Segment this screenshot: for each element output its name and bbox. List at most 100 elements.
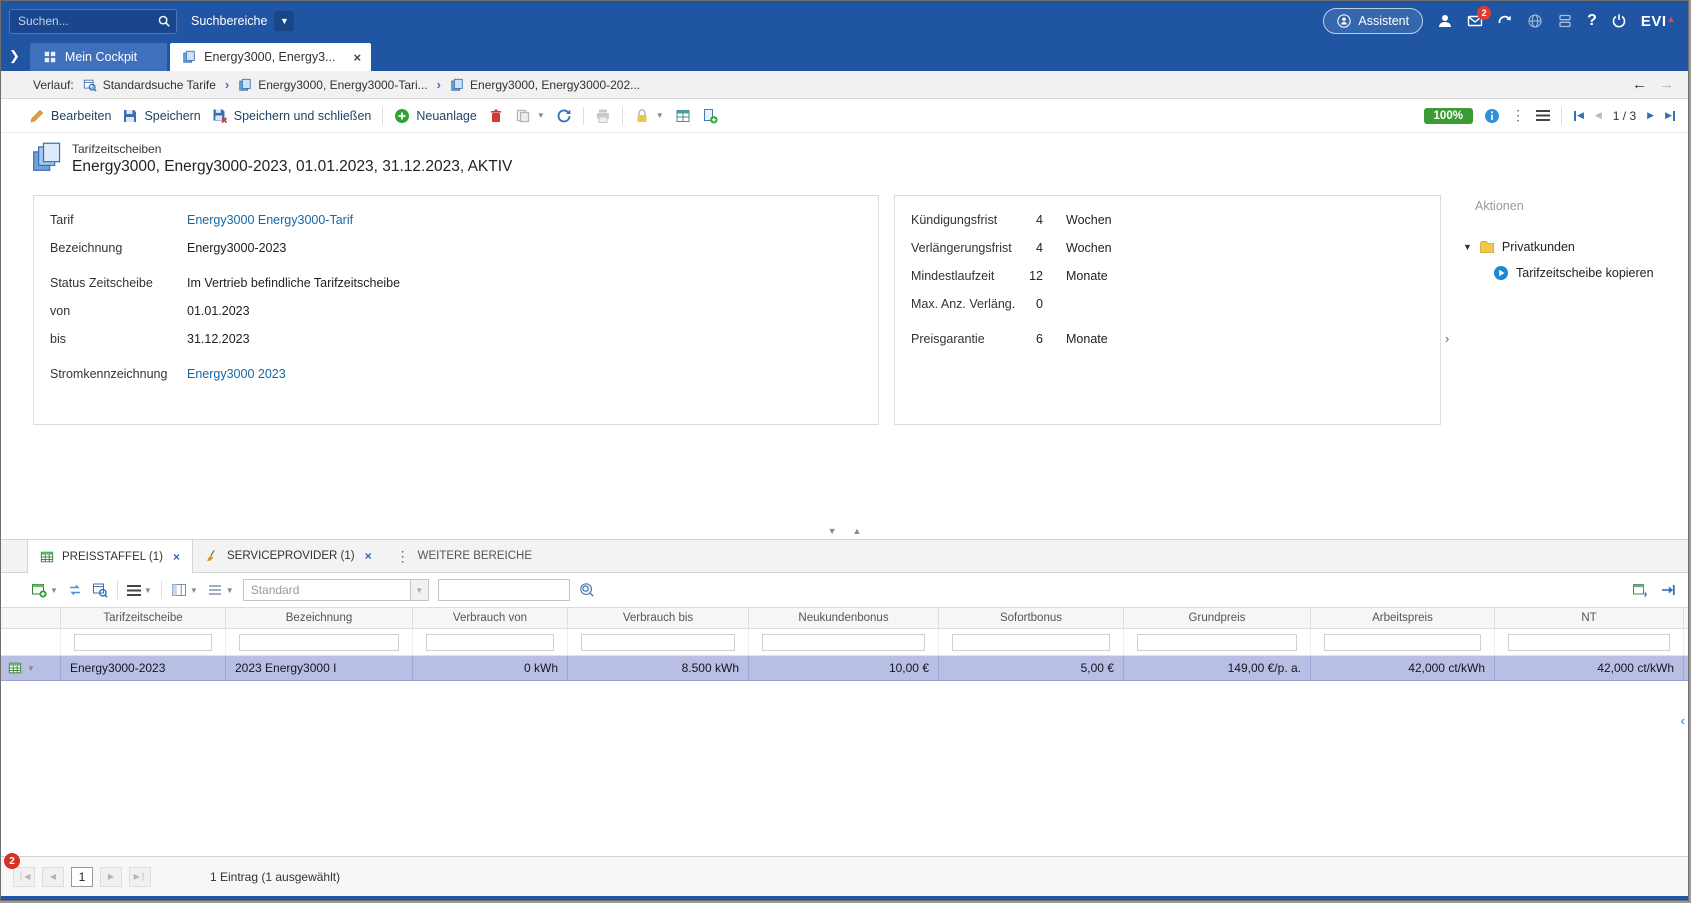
column-header[interactable]: Bezeichnung	[226, 608, 413, 628]
actions-collapse-icon[interactable]: ›	[1445, 331, 1449, 346]
panel-collapse-left-icon[interactable]: ‹	[1681, 713, 1685, 728]
chevron-expand-icon[interactable]: ▼	[1463, 242, 1472, 252]
grid-view-button[interactable]: ▼	[207, 582, 234, 598]
tab-weitere-bereiche[interactable]: ⋮ WEITERE BEREICHE	[384, 540, 544, 572]
chevron-down-icon[interactable]: ▼	[27, 664, 35, 673]
first-page-button[interactable]: ❘◀	[13, 867, 35, 887]
history-forward-icon[interactable]: →	[1659, 76, 1674, 93]
kopieren-button[interactable]: ▼	[515, 108, 545, 124]
next-page-button[interactable]: ▶	[100, 867, 122, 887]
column-header[interactable]: Verbrauch bis	[568, 608, 749, 628]
menu-icon[interactable]	[1536, 110, 1550, 121]
column-filter-input[interactable]	[239, 634, 399, 651]
zoom-badge[interactable]: 100%	[1424, 108, 1473, 124]
row-selector-cell[interactable]: ▼	[1, 656, 61, 680]
column-filter-input[interactable]	[1508, 634, 1670, 651]
redo-button[interactable]	[1497, 13, 1513, 29]
speichern-button[interactable]: Speichern	[122, 108, 200, 124]
cell-verbrauch-von[interactable]: 0 kWh	[413, 656, 568, 680]
neues-dokument-button[interactable]	[702, 108, 718, 124]
expand-up-icon[interactable]: ▲	[853, 526, 862, 539]
tab-preisstaffel[interactable]: PREISSTAFFEL (1) ×	[27, 540, 193, 573]
grid-menu-button[interactable]: ▼	[127, 585, 152, 596]
neuanlage-button[interactable]: Neuanlage	[394, 108, 476, 124]
tab-energy3000[interactable]: Energy3000, Energy3... ×	[170, 43, 371, 71]
cell-neukundenbonus[interactable]: 10,00 €	[749, 656, 939, 680]
database-button[interactable]	[1557, 13, 1573, 29]
search-input[interactable]	[9, 9, 177, 34]
kalkulation-button[interactable]	[675, 108, 691, 124]
collapse-down-icon[interactable]: ▼	[828, 526, 837, 539]
pin-panel-button[interactable]	[1660, 581, 1676, 599]
notification-badge[interactable]: 2	[4, 853, 20, 869]
more-options-icon[interactable]: ⋮	[1511, 107, 1525, 124]
column-header[interactable]: Grundpreis	[1124, 608, 1311, 628]
history-item-zeitscheibe[interactable]: Energy3000, Energy3000-202...	[450, 78, 640, 92]
history-item-tarif[interactable]: Energy3000, Energy3000-Tari...	[238, 78, 427, 92]
column-filter-input[interactable]	[1324, 634, 1481, 651]
view-select[interactable]: Standard	[243, 579, 411, 601]
last-page-button[interactable]: ▶❘	[129, 867, 151, 887]
grid-search-button[interactable]	[92, 582, 108, 598]
bearbeiten-button[interactable]: Bearbeiten	[29, 108, 111, 124]
grid-filter-search-button[interactable]	[579, 582, 595, 598]
column-filter-input[interactable]	[74, 634, 212, 651]
last-record-icon[interactable]: ▶	[1665, 110, 1676, 121]
stromkennzeichnung-link[interactable]: Energy3000 2023	[187, 367, 286, 381]
table-row[interactable]: ▼ Energy3000-2023 2023 Energy3000 I 0 kW…	[1, 656, 1688, 681]
next-record-icon[interactable]: ▶	[1647, 110, 1654, 121]
grid-sync-button[interactable]	[67, 582, 83, 598]
loeschen-button[interactable]	[488, 108, 504, 124]
help-button[interactable]: ?	[1587, 12, 1597, 30]
tarif-link[interactable]: Energy3000 Energy3000-Tarif	[187, 213, 353, 227]
previous-record-icon[interactable]: ◀	[1595, 110, 1602, 121]
first-record-icon[interactable]: ◀	[1573, 110, 1584, 121]
column-filter-input[interactable]	[1137, 634, 1297, 651]
cell-sofortbonus[interactable]: 5,00 €	[939, 656, 1124, 680]
sperren-button[interactable]: ▼	[634, 108, 664, 124]
close-icon[interactable]: ×	[354, 50, 362, 65]
tab-mein-cockpit[interactable]: Mein Cockpit	[30, 43, 167, 71]
history-back-icon[interactable]: ←	[1632, 76, 1647, 93]
speichern-schliessen-button[interactable]: Speichern und schließen	[212, 108, 372, 124]
column-header[interactable]: Sofortbonus	[939, 608, 1124, 628]
logout-button[interactable]	[1611, 13, 1627, 29]
column-header[interactable]: Arbeitspreis	[1311, 608, 1495, 628]
previous-page-button[interactable]: ◀	[42, 867, 64, 887]
column-header[interactable]: Neukundenbonus	[749, 608, 939, 628]
globe-button[interactable]	[1527, 13, 1543, 29]
grid-filter-input[interactable]	[438, 579, 570, 601]
close-icon[interactable]: ×	[173, 550, 180, 564]
page-number-box[interactable]: 1	[71, 867, 93, 887]
aktualisieren-button[interactable]	[556, 108, 572, 124]
grid-export-button[interactable]	[1632, 581, 1648, 599]
search-icon[interactable]	[157, 13, 171, 31]
chevron-down-icon[interactable]: ▼	[411, 579, 429, 601]
grid-new-row-button[interactable]: ▼	[31, 582, 58, 598]
user-button[interactable]	[1437, 13, 1453, 29]
column-header[interactable]: NT	[1495, 608, 1684, 628]
cell-verbrauch-bis[interactable]: 8.500 kWh	[568, 656, 749, 680]
close-icon[interactable]: ×	[365, 549, 372, 563]
column-filter-input[interactable]	[952, 634, 1110, 651]
tab-serviceprovider[interactable]: SERVICEPROVIDER (1) ×	[193, 540, 384, 572]
cell-tarifzeitscheibe[interactable]: Energy3000-2023	[61, 656, 226, 680]
action-tarifzeitscheibe-kopieren[interactable]: Tarifzeitscheibe kopieren	[1493, 265, 1683, 281]
cell-grundpreis[interactable]: 149,00 €/p. a.	[1124, 656, 1311, 680]
grid-columns-button[interactable]: ▼	[171, 582, 198, 598]
column-filter-input[interactable]	[581, 634, 735, 651]
mail-button[interactable]: 2	[1467, 13, 1483, 29]
assistent-button[interactable]: Assistent	[1323, 8, 1423, 34]
tabs-overflow-icon[interactable]: ❯	[9, 48, 20, 64]
drucken-button[interactable]	[595, 108, 611, 124]
column-filter-input[interactable]	[426, 634, 554, 651]
suchbereiche-dropdown[interactable]: Suchbereiche ▼	[191, 11, 294, 31]
column-filter-input[interactable]	[762, 634, 925, 651]
cell-nt[interactable]: 42,000 ct/kWh	[1495, 656, 1684, 680]
column-header[interactable]: Tarifzeitscheibe	[61, 608, 226, 628]
actions-folder-privatkunden[interactable]: ▼ Privatkunden	[1463, 239, 1683, 255]
info-button[interactable]	[1484, 108, 1500, 124]
cell-arbeitspreis[interactable]: 42,000 ct/kWh	[1311, 656, 1495, 680]
cell-bezeichnung[interactable]: 2023 Energy3000 I	[226, 656, 413, 680]
history-item-search[interactable]: Standardsuche Tarife	[83, 78, 216, 92]
